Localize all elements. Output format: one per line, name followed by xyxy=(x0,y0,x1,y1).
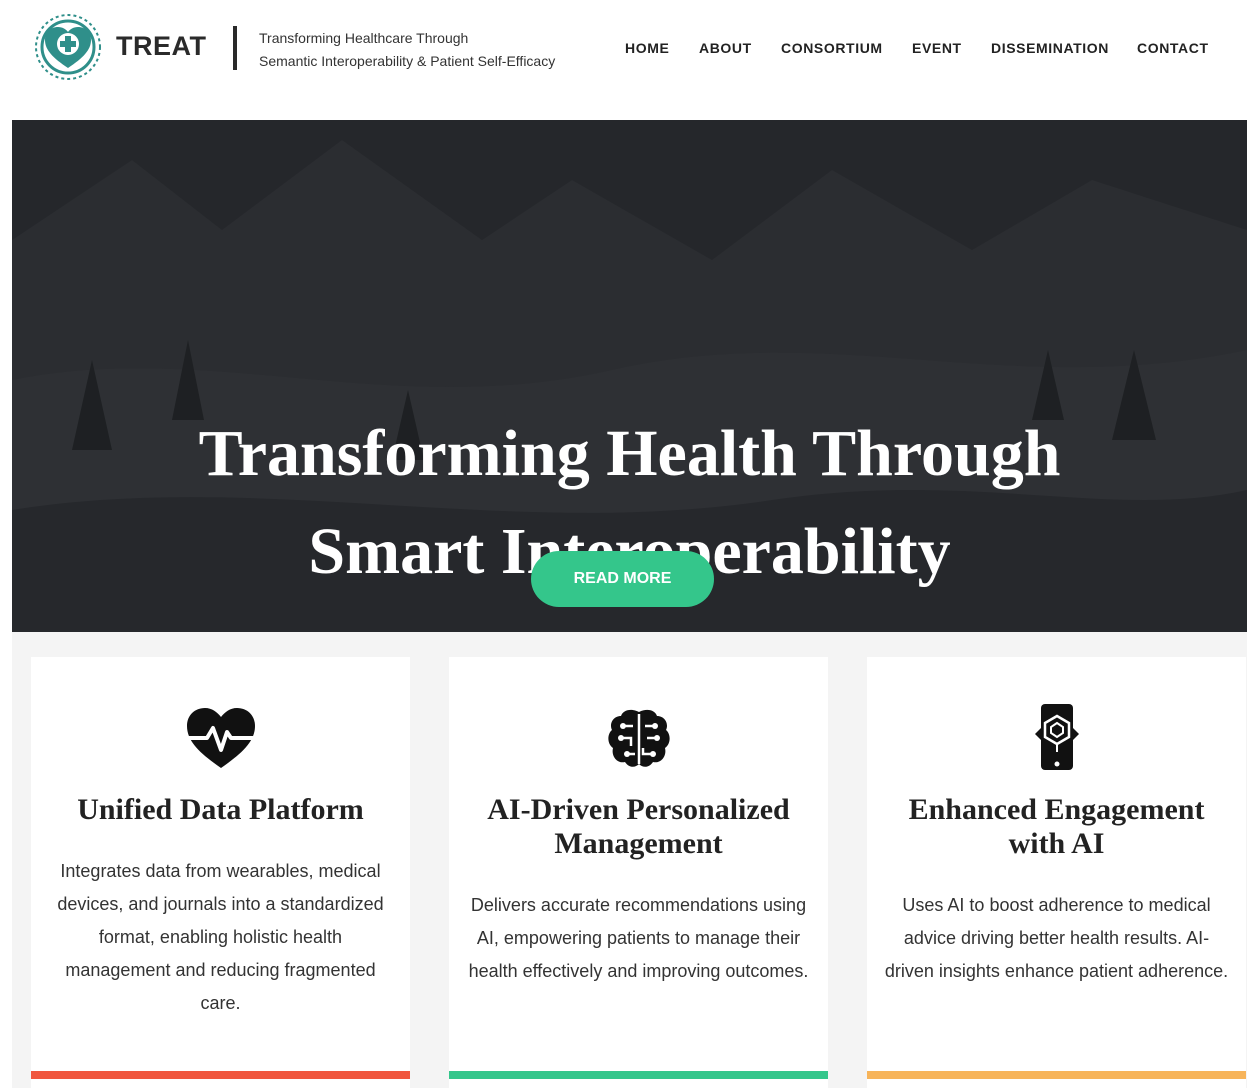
nav-dissemination[interactable]: DISSEMINATION xyxy=(991,40,1109,56)
read-more-button[interactable]: READ MORE xyxy=(531,551,714,607)
feature-description: Integrates data from wearables, medical … xyxy=(57,861,384,1013)
feature-card-unified-data: Unified Data Platform Integrates data fr… xyxy=(31,657,410,1088)
nav-home[interactable]: HOME xyxy=(625,40,669,56)
nav-about[interactable]: ABOUT xyxy=(699,40,752,56)
feature-accent-bar xyxy=(449,1071,828,1079)
nav-consortium[interactable]: CONSORTIUM xyxy=(781,40,883,56)
feature-title: Enhanced Engagement with AI xyxy=(908,793,1205,860)
nav-event[interactable]: EVENT xyxy=(912,40,962,56)
brain-circuit-icon xyxy=(608,709,670,767)
smartphone-ar-icon xyxy=(1035,704,1079,770)
features-section: Unified Data Platform Integrates data fr… xyxy=(12,632,1247,1088)
feature-description: Uses AI to boost adherence to medical ad… xyxy=(884,895,1229,981)
site-header: TREAT Transforming Healthcare Through Se… xyxy=(0,0,1247,118)
hero-banner: Transforming Health Through Smart Intero… xyxy=(12,120,1247,632)
heart-pulse-icon xyxy=(187,708,255,768)
main-nav: HOME ABOUT CONSORTIUM EVENT DISSEMINATIO… xyxy=(0,40,1247,60)
hero-title-line-1: Transforming Health Through xyxy=(198,417,1061,490)
nav-contact[interactable]: CONTACT xyxy=(1137,40,1209,56)
feature-accent-bar xyxy=(31,1071,410,1079)
feature-description: Delivers accurate recommendations using … xyxy=(468,895,809,981)
feature-title: Unified Data Platform xyxy=(77,793,364,826)
feature-card-ai-management: AI-Driven Personalized Management Delive… xyxy=(449,657,828,1088)
feature-title: AI-Driven Personalized Management xyxy=(487,793,790,860)
feature-accent-bar xyxy=(867,1071,1246,1079)
feature-card-engagement: Enhanced Engagement with AI Uses AI to b… xyxy=(867,657,1246,1088)
